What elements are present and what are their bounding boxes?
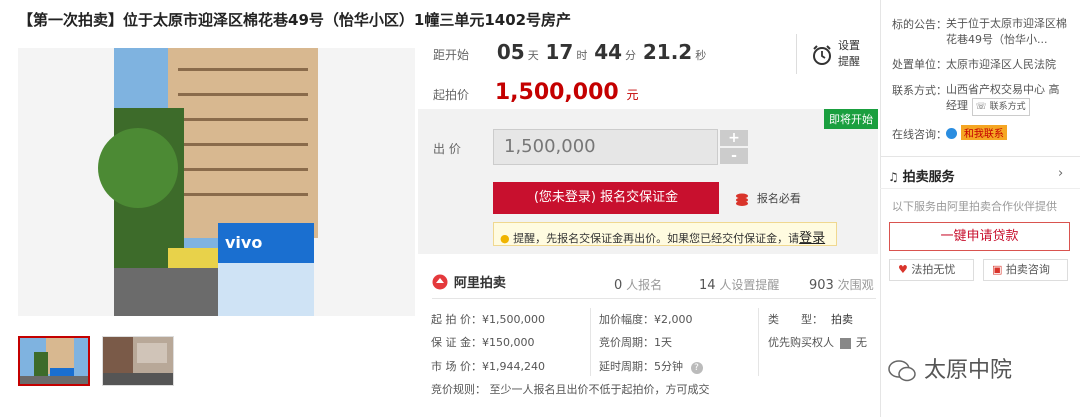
detail-cycle: 竞价周期：1天 <box>599 336 672 349</box>
shield-icon: ♥ <box>898 263 908 276</box>
auction-consult-button[interactable]: ▣ 拍卖咨询 <box>983 259 1068 281</box>
signup-count: 0 人报名 <box>614 276 662 293</box>
alarm-clock-icon <box>813 45 831 65</box>
view-count-label: 次围观 <box>837 278 874 292</box>
thumbnail-2[interactable] <box>102 336 174 386</box>
deposit-notice: ● 提醒，先报名交保证金再出价。如果您已经交付保证金，请登录 <box>493 222 837 246</box>
lightbulb-icon: ● <box>500 232 510 245</box>
notice-link[interactable]: 关于位于太原市迎泽区棉花巷49号（怡华小... <box>946 16 1068 48</box>
wechat-icon <box>888 360 916 382</box>
chevron-right-icon[interactable]: › <box>1058 166 1063 181</box>
set-reminder-button[interactable]: 设置提醒 <box>796 34 866 74</box>
signup-count-label: 人报名 <box>626 278 663 292</box>
service-title: 拍卖服务 <box>902 170 955 185</box>
contact-label: 联系方式： <box>892 84 947 97</box>
apply-loan-button[interactable]: 一键申请贷款 <box>889 222 1070 251</box>
start-price-row: 起拍价 1,500,000 元 <box>433 80 639 105</box>
unit-value: 太原市迎泽区人民法院 <box>946 58 1056 71</box>
must-read-link[interactable]: 报名必看 <box>735 190 801 206</box>
property-photo[interactable]: vivo <box>18 48 415 316</box>
countdown-minutes: 44 <box>594 40 623 64</box>
start-price-value: 1,500,000 <box>494 80 619 105</box>
detail-increment: 加价幅度：¥2,000 <box>599 313 693 326</box>
message-icon: ▣ <box>992 263 1003 276</box>
bid-rule: 竞价规则： 至少一人报名且出价不低于起拍价，方可成交 <box>431 383 710 396</box>
divider <box>880 188 1080 189</box>
detail-delay-text: 延时周期：5分钟 <box>599 360 683 373</box>
phone-icon: ☏ <box>975 102 987 112</box>
svg-text:vivo: vivo <box>225 233 262 252</box>
column-divider <box>758 308 759 376</box>
auction-consult-label: 拍卖咨询 <box>1005 263 1050 276</box>
detail-start-price: 起 拍 价：¥1,500,000 <box>431 313 545 326</box>
countdown-minutes-unit: 分 <box>625 49 637 62</box>
start-price-label: 起拍价 <box>433 88 470 102</box>
column-divider <box>590 308 591 376</box>
page-title: 【第一次拍卖】位于太原市迎泽区棉花巷49号（怡华小区）1幢三单元1402号房产 <box>18 11 572 29</box>
consult-label: 在线咨询： <box>892 128 947 141</box>
countdown-days-unit: 天 <box>527 49 539 62</box>
chat-icon <box>946 128 957 139</box>
countdown-seconds: 21.2 <box>642 40 693 64</box>
watermark: 太原中院 <box>887 352 1012 384</box>
watermark-text: 太原中院 <box>924 358 1013 383</box>
countdown-hours-unit: 时 <box>576 49 588 62</box>
divider <box>432 298 876 299</box>
detail-priority-label: 优先购买权人 <box>768 336 834 349</box>
detail-deposit: 保 证 金：¥150,000 <box>431 336 535 349</box>
start-price-unit: 元 <box>626 88 639 102</box>
brand-label: 阿里拍卖 <box>453 276 506 291</box>
detail-priority: 优先购买权人 无 <box>768 334 867 350</box>
bid-increase-button[interactable]: + <box>720 130 748 146</box>
law-auction-label: 法拍无忧 <box>911 263 956 276</box>
reminder-count: 14 人设置提醒 <box>699 276 779 293</box>
bid-label: 出 价 <box>433 142 461 156</box>
id-card-icon <box>839 337 851 349</box>
contact-me-label: 和我联系 <box>960 125 1007 140</box>
notice-label: 标的公告： <box>892 18 947 31</box>
signup-count-value: 0 <box>614 278 623 293</box>
bid-decrease-button[interactable]: - <box>720 148 748 164</box>
reminder-count-value: 14 <box>699 278 716 293</box>
contact-value: 山西省产权交易中心 高经理 ☏ 联系方式 <box>946 82 1070 116</box>
login-link[interactable]: 登录 <box>799 231 825 246</box>
detail-market-price: 市 场 价：¥1,944,240 <box>431 360 545 373</box>
detail-delay: 延时周期：5分钟 ? <box>599 358 703 374</box>
divider <box>880 156 1080 157</box>
coins-icon <box>736 193 748 206</box>
bid-amount-input[interactable]: 1,500,000 <box>493 129 718 165</box>
detail-type: 类 型： 拍卖 <box>768 311 853 327</box>
phone-tag[interactable]: ☏ 联系方式 <box>971 98 1030 116</box>
bid-panel: 即将开始 出 价 1,500,000 + - (您未登录) 报名交保证金 报名必… <box>418 109 878 254</box>
contact-me-button[interactable]: 和我联系 <box>946 125 1007 140</box>
service-header[interactable]: ♫ 拍卖服务 <box>888 166 955 185</box>
countdown-seconds-unit: 秒 <box>695 49 707 62</box>
countdown-label: 距开始 <box>433 48 470 62</box>
help-icon[interactable]: ? <box>690 362 703 374</box>
auction-logo-icon <box>432 274 448 289</box>
detail-type-label: 类 型： <box>768 313 823 326</box>
notice-text: 提醒，先报名交保证金再出价。如果您已经交付保证金，请 <box>513 232 800 245</box>
countdown: 距开始 05 天 17 时 44 分 21.2 秒 <box>433 40 709 64</box>
unit-label: 处置单位： <box>892 58 947 71</box>
view-count: 903 次围观 <box>809 276 874 293</box>
phone-tag-label: 联系方式 <box>989 102 1026 112</box>
law-auction-button[interactable]: ♥ 法拍无忧 <box>889 259 974 281</box>
view-count-value: 903 <box>809 278 834 293</box>
signup-deposit-button[interactable]: (您未登录) 报名交保证金 <box>493 182 719 214</box>
set-reminder-label: 设置提醒 <box>838 39 860 68</box>
must-read-label: 报名必看 <box>756 192 801 205</box>
service-description: 以下服务由阿里拍卖合作伙伴提供 <box>892 200 1057 213</box>
detail-priority-value: 无 <box>856 336 867 349</box>
status-badge: 即将开始 <box>824 109 878 129</box>
countdown-hours: 17 <box>545 40 574 64</box>
countdown-days: 05 <box>496 40 525 64</box>
detail-type-value: 拍卖 <box>831 313 853 326</box>
reminder-count-label: 人设置提醒 <box>719 278 780 292</box>
thumbnail-1[interactable] <box>18 336 90 386</box>
ali-auction-logo: 阿里拍卖 <box>432 272 506 291</box>
headset-icon: ♫ <box>888 170 899 184</box>
